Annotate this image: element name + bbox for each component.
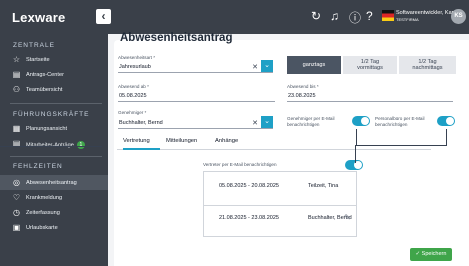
clock-icon: ◷ <box>13 208 20 217</box>
sidebar-item-abwesenheitsantrag[interactable]: ◎ Abwesenheitsantrag <box>0 175 108 190</box>
list-item[interactable]: 05.08.2025 - 20.08.2025 Teilzeit, Tina <box>219 183 338 189</box>
app-logo[interactable]: Lexware <box>12 10 65 25</box>
page-title: Abwesenheitsantrag <box>120 32 233 44</box>
tab-divider <box>117 149 431 150</box>
absence-icon: ◎ <box>13 178 20 187</box>
team-icon: ⚇ <box>12 85 21 94</box>
sidebar-item-zeiterfassung[interactable]: ◷ Zeiterfassung <box>0 205 108 220</box>
callout-line <box>0 146 101 147</box>
notify-substitute-label: Vertreter per E-Mail benachrichtigen <box>203 162 277 167</box>
segment-halbtag-vormittags[interactable]: 1/2 Tag vormittags <box>343 56 397 74</box>
info-icon[interactable]: ⓘ <box>349 9 361 26</box>
section-title-fehlzeiten: FEHLZEITEN <box>13 163 63 170</box>
card-icon: ▣ <box>12 223 21 232</box>
calendar-icon: ▦ <box>12 124 21 133</box>
chevron-down-icon[interactable]: ⌄ <box>261 116 273 128</box>
sidebar-item-startseite[interactable]: ☆ Startseite <box>0 52 108 67</box>
approver-label: Genehmiger * <box>118 110 147 115</box>
to-date-field[interactable]: 23.08.2025 <box>287 91 453 102</box>
tab-anhaenge[interactable]: Anhänge <box>215 138 238 144</box>
absence-type-select[interactable]: Jahresurlaub ✕ ⌄ <box>118 60 273 73</box>
sidebar-divider <box>10 156 102 157</box>
callout-line <box>356 129 357 146</box>
count-badge: 1 <box>76 140 85 149</box>
sidebar-item-teamuebersicht[interactable]: ⚇ Teamübersicht <box>0 82 108 97</box>
callout-line <box>356 145 446 146</box>
refresh-icon[interactable]: ↻ <box>311 9 321 23</box>
notify-hr-toggle[interactable] <box>437 116 455 126</box>
section-title-zentrale: ZENTRALE <box>13 42 55 49</box>
save-button[interactable]: ✓ Speichern <box>410 248 452 261</box>
notify-approver-label: Genehmiger per E-Mail benachrichtigen <box>287 116 335 127</box>
clear-icon[interactable]: ✕ <box>252 63 258 71</box>
to-date-label: Abwesend bis * <box>287 84 319 89</box>
bell-icon[interactable]: ♫ <box>330 9 339 23</box>
list-item[interactable]: 21.08.2025 - 23.08.2025 Buchhalter, Bernd <box>219 215 352 221</box>
sidebar-item-antrags-center[interactable]: ▤ Antrags-Center <box>0 67 108 82</box>
flag-icon[interactable] <box>382 10 394 21</box>
approver-select[interactable]: Buchhalter, Bernd ✕ ⌄ <box>118 116 273 129</box>
from-date-label: Abwesend ab * <box>118 84 149 89</box>
collapse-sidebar-button[interactable]: ‹ <box>96 9 111 24</box>
sidebar-item-urlaubskarte[interactable]: ▣ Urlaubskarte <box>0 220 108 235</box>
avatar[interactable]: KS <box>451 9 466 24</box>
help-icon[interactable]: ? <box>366 9 373 23</box>
callout-line <box>355 145 356 163</box>
absence-type-label: Abwesenheitsart * <box>118 55 156 60</box>
tab-mitteilungen[interactable]: Mitteilungen <box>166 138 197 144</box>
segment-halbtag-nachmittags[interactable]: 1/2 Tag nachmittags <box>399 56 456 74</box>
sidebar-item-krankmeldung[interactable]: ♡ Krankmeldung <box>0 190 108 205</box>
sidebar-divider <box>10 103 102 104</box>
sidebar-item-planungsansicht[interactable]: ▦ Planungsansicht <box>0 121 108 136</box>
callout-line <box>101 146 102 147</box>
substitute-list: 05.08.2025 - 20.08.2025 Teilzeit, Tina 21… <box>203 171 357 237</box>
heart-icon: ♡ <box>12 193 21 202</box>
clear-icon[interactable]: ✕ <box>252 119 258 127</box>
document-icon: ▤ <box>12 70 21 79</box>
from-date-field[interactable]: 05.08.2025 <box>118 91 275 102</box>
star-icon: ☆ <box>12 55 21 64</box>
active-tab-indicator <box>123 148 160 150</box>
edit-icon[interactable]: ✎ <box>344 213 351 222</box>
segment-ganztags[interactable]: ganztags <box>287 56 341 74</box>
callout-line <box>446 129 447 146</box>
list-divider <box>204 205 356 206</box>
tab-vertretung[interactable]: Vertretung <box>123 138 150 144</box>
notify-hr-label: Personalbüro per E-Mail benachrichtigen <box>375 116 425 127</box>
notify-approver-toggle[interactable] <box>352 116 370 126</box>
sidebar-item-mitarbeiter-antraege[interactable]: ▤ Mitarbeiter-Anträge 1 <box>0 136 108 151</box>
chevron-down-icon[interactable]: ⌄ <box>261 60 273 72</box>
notify-substitute-toggle[interactable] <box>345 160 363 170</box>
section-title-fuehrungskraefte: FÜHRUNGSKRÄFTE <box>13 111 90 118</box>
